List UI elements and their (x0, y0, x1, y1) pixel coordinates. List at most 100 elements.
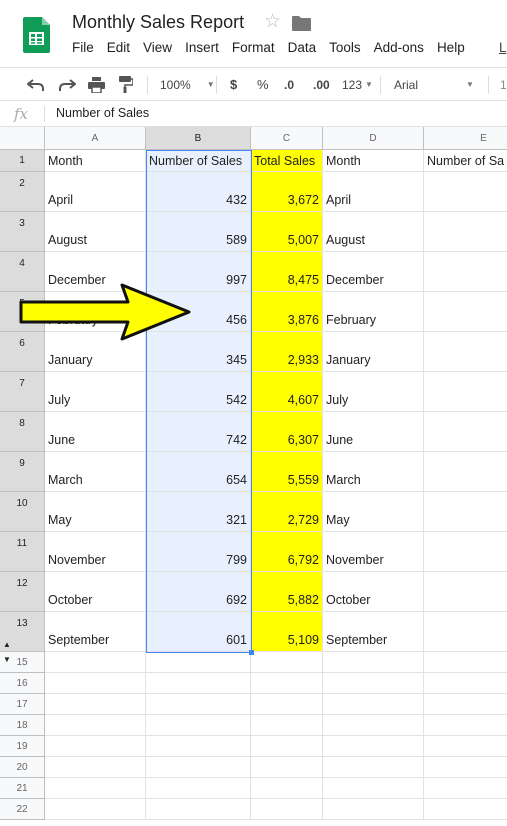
empty-cell[interactable] (45, 757, 146, 778)
row-header[interactable]: 1 (0, 150, 45, 172)
empty-cell[interactable] (146, 736, 251, 757)
sales-count-cell[interactable]: 589 (146, 212, 251, 252)
cell-month-header[interactable]: Month (45, 150, 146, 172)
empty-cell[interactable] (323, 757, 424, 778)
menu-tools[interactable]: Tools (329, 40, 361, 55)
row-header[interactable]: 11 (0, 532, 45, 572)
empty-cell[interactable] (424, 799, 507, 820)
empty-cell[interactable] (45, 652, 146, 673)
column-header-c[interactable]: C (251, 127, 323, 150)
menu-last-edit-link[interactable]: L (499, 40, 507, 55)
menu-edit[interactable]: Edit (107, 40, 130, 55)
percent-format-button[interactable]: % (257, 68, 269, 101)
month-cell[interactable]: September (45, 612, 146, 652)
empty-cell[interactable] (146, 778, 251, 799)
empty-cell[interactable] (146, 694, 251, 715)
sheets-logo-icon[interactable] (23, 17, 50, 53)
empty-cell[interactable] (323, 673, 424, 694)
month2-cell[interactable]: December (323, 252, 424, 292)
total-sales-cell[interactable]: 2,729 (251, 492, 323, 532)
month2-cell[interactable]: September (323, 612, 424, 652)
month2-cell[interactable]: November (323, 532, 424, 572)
month2-cell[interactable]: June (323, 412, 424, 452)
empty-cell[interactable] (251, 778, 323, 799)
collapse-up-icon[interactable]: ▲ (3, 640, 11, 649)
empty-cell[interactable] (251, 673, 323, 694)
month2-cell[interactable]: April (323, 172, 424, 212)
select-all-corner[interactable] (0, 127, 45, 150)
sales-count2-cell[interactable]: 9 (424, 252, 507, 292)
total-sales-cell[interactable]: 3,876 (251, 292, 323, 332)
total-sales-cell[interactable]: 2,933 (251, 332, 323, 372)
empty-cell[interactable] (323, 652, 424, 673)
sales-count-cell[interactable]: 799 (146, 532, 251, 572)
sales-count-cell[interactable]: 742 (146, 412, 251, 452)
column-header-d[interactable]: D (323, 127, 424, 150)
row-header[interactable]: 7 (0, 372, 45, 412)
empty-cell[interactable] (45, 778, 146, 799)
empty-cell[interactable] (146, 652, 251, 673)
sales-count2-cell[interactable]: 3 (424, 332, 507, 372)
month2-cell[interactable]: May (323, 492, 424, 532)
increase-decimal-button[interactable]: .00 (313, 68, 330, 101)
collapse-down-icon[interactable]: ▼ (3, 655, 11, 664)
empty-cell[interactable] (424, 673, 507, 694)
folder-icon[interactable] (292, 16, 311, 31)
empty-cell[interactable] (146, 757, 251, 778)
month-cell[interactable]: October (45, 572, 146, 612)
empty-cell[interactable] (251, 652, 323, 673)
month2-cell[interactable]: March (323, 452, 424, 492)
row-header[interactable]: 2 (0, 172, 45, 212)
total-sales-cell[interactable]: 6,792 (251, 532, 323, 572)
sales-count-cell[interactable]: 654 (146, 452, 251, 492)
column-header-a[interactable]: A (45, 127, 146, 150)
row-header[interactable]: 19 (0, 736, 45, 757)
column-header-e[interactable]: E (424, 127, 507, 150)
empty-cell[interactable] (45, 715, 146, 736)
empty-cell[interactable] (424, 736, 507, 757)
month-cell[interactable]: July (45, 372, 146, 412)
row-header[interactable]: 8 (0, 412, 45, 452)
font-select[interactable]: Arial ▼ (394, 68, 474, 101)
total-sales-cell[interactable]: 3,672 (251, 172, 323, 212)
font-size-select[interactable]: 1 (500, 68, 507, 101)
column-header-b[interactable]: B (146, 127, 251, 150)
empty-cell[interactable] (424, 694, 507, 715)
row-header[interactable]: 10 (0, 492, 45, 532)
number-format-select[interactable]: 123 ▼ (342, 68, 373, 101)
sales-count2-cell[interactable]: 3 (424, 492, 507, 532)
total-sales-cell[interactable]: 5,559 (251, 452, 323, 492)
decrease-decimal-button[interactable]: .0 (284, 68, 294, 101)
empty-cell[interactable] (323, 736, 424, 757)
star-icon[interactable]: ☆ (264, 12, 281, 31)
empty-cell[interactable] (146, 799, 251, 820)
total-sales-cell[interactable]: 5,109 (251, 612, 323, 652)
undo-icon[interactable] (27, 68, 45, 101)
month-cell[interactable]: March (45, 452, 146, 492)
month2-cell[interactable]: October (323, 572, 424, 612)
cell-total-sales-header[interactable]: Total Sales (251, 150, 323, 172)
total-sales-cell[interactable]: 5,882 (251, 572, 323, 612)
empty-cell[interactable] (323, 799, 424, 820)
empty-cell[interactable] (424, 778, 507, 799)
row-header[interactable]: 16 (0, 673, 45, 694)
month-cell[interactable]: November (45, 532, 146, 572)
sales-count2-cell[interactable]: 6 (424, 572, 507, 612)
row-header[interactable]: 12 (0, 572, 45, 612)
empty-cell[interactable] (45, 736, 146, 757)
empty-cell[interactable] (323, 778, 424, 799)
month-cell[interactable]: April (45, 172, 146, 212)
month2-cell[interactable]: February (323, 292, 424, 332)
formula-input[interactable]: Number of Sales (56, 106, 149, 120)
document-title[interactable]: Monthly Sales Report (72, 12, 244, 33)
empty-cell[interactable] (45, 673, 146, 694)
cell-number-of-sales2-header[interactable]: Number of Sa (424, 150, 507, 172)
menu-addons[interactable]: Add-ons (374, 40, 424, 55)
total-sales-cell[interactable]: 4,607 (251, 372, 323, 412)
empty-cell[interactable] (323, 694, 424, 715)
sales-count2-cell[interactable]: 4 (424, 292, 507, 332)
month2-cell[interactable]: August (323, 212, 424, 252)
sales-count2-cell[interactable]: 4 (424, 172, 507, 212)
menu-file[interactable]: File (72, 40, 94, 55)
empty-cell[interactable] (424, 715, 507, 736)
